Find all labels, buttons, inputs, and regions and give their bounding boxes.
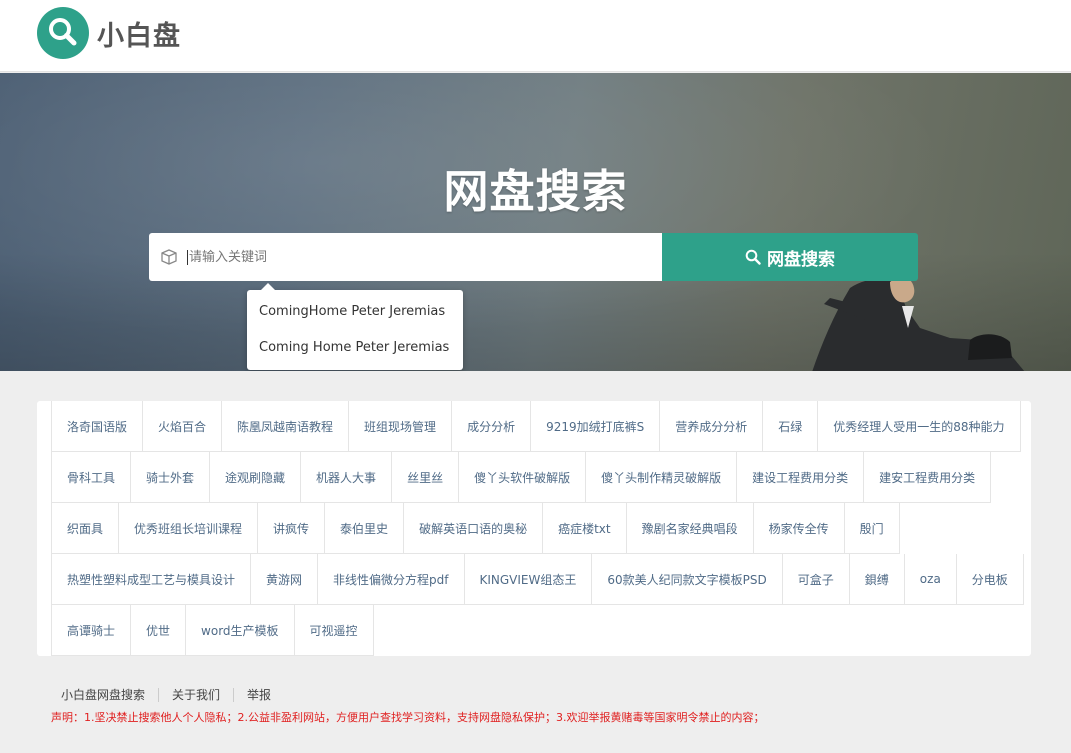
keyword-tag[interactable]: 60款美人纪同款文字模板PSD (592, 554, 783, 605)
keyword-tag[interactable]: 班组现场管理 (349, 401, 453, 452)
keyword-tag[interactable]: 癌症楼txt (543, 503, 627, 554)
keyword-tag[interactable]: 优秀班组长培训课程 (119, 503, 259, 554)
keyword-tag[interactable]: oza (904, 554, 957, 605)
keyword-tag[interactable]: 杨家传全传 (753, 503, 845, 554)
keyword-tag[interactable]: 傻丫头软件破解版 (459, 452, 587, 503)
cube-icon (159, 248, 179, 270)
keyword-tag[interactable]: 可盒子 (782, 554, 850, 605)
suggestion-item[interactable]: Coming Home Peter Jeremias (259, 340, 449, 355)
keyword-tag[interactable]: 讲疯传 (258, 503, 326, 554)
hot-keywords-panel: 洛奇国语版 火焰百合 陈凰凤越南语教程 班组现场管理 成分分析 9219加绒打底… (37, 401, 1031, 656)
keyword-tag[interactable]: 鋇缚 (849, 554, 905, 605)
tag-row: 热塑性塑料成型工艺与模具设计 黄游网 非线性偏微分方程pdf KINGVIEW组… (51, 554, 1024, 605)
keyword-tag[interactable]: word生产模板 (186, 605, 295, 656)
hero-title: 网盘搜索 (443, 165, 628, 218)
keyword-tag[interactable]: 机器人大事 (301, 452, 393, 503)
tag-row: 织面具 优秀班组长培训课程 讲疯传 泰伯里史 破解英语口语的奥秘 癌症楼txt … (51, 503, 900, 554)
keyword-tag[interactable]: 优秀经理人受用一生的88种能力 (818, 401, 1021, 452)
autocomplete-dropdown: ComingHome Peter Jeremias Coming Home Pe… (247, 283, 463, 370)
logo-search-icon (37, 7, 89, 59)
footer-link-about[interactable]: 关于我们 (158, 688, 233, 702)
keyword-tag[interactable]: 骑士外套 (131, 452, 211, 503)
keyword-tag[interactable]: 热塑性塑料成型工艺与模具设计 (51, 554, 252, 605)
hero-banner: 网盘搜索 网盘搜索 ComingHome Peter Jeremias Comi… (0, 73, 1071, 371)
keyword-tag[interactable]: 途观刷隐藏 (210, 452, 302, 503)
suggestion-item[interactable]: ComingHome Peter Jeremias (259, 304, 445, 319)
site-logo[interactable]: 小白盘 (37, 7, 181, 59)
keyword-tag[interactable]: 成分分析 (452, 401, 532, 452)
keyword-tag[interactable]: 傻丫头制作精灵破解版 (586, 452, 738, 503)
footer-links: 小白盘网盘搜索 关于我们 举报 (61, 688, 284, 702)
keyword-tag[interactable]: 丝里丝 (392, 452, 460, 503)
businessman-image (812, 277, 1025, 371)
keyword-tag[interactable]: 建设工程费用分类 (737, 452, 865, 503)
search-icon (745, 249, 761, 265)
footer-link-report[interactable]: 举报 (233, 688, 284, 702)
keyword-tag[interactable]: 分电板 (956, 554, 1024, 605)
keyword-tag[interactable]: 骨科工具 (51, 452, 132, 503)
search-button[interactable]: 网盘搜索 (662, 233, 918, 281)
keyword-tag[interactable]: 营养成分分析 (660, 401, 764, 452)
keyword-tag[interactable]: KINGVIEW组态王 (464, 554, 593, 605)
keyword-tag[interactable]: 洛奇国语版 (51, 401, 144, 452)
keyword-tag[interactable]: 火焰百合 (143, 401, 223, 452)
tag-row: 洛奇国语版 火焰百合 陈凰凤越南语教程 班组现场管理 成分分析 9219加绒打底… (51, 401, 1021, 452)
keyword-tag[interactable]: 优世 (131, 605, 187, 656)
site-header: 小白盘 (0, 0, 1071, 72)
keyword-tag[interactable]: 石绿 (763, 401, 819, 452)
keyword-tag[interactable]: 可视遥控 (294, 605, 374, 656)
keyword-tag[interactable]: 陈凰凤越南语教程 (222, 401, 350, 452)
search-input[interactable] (187, 233, 657, 281)
site-name: 小白盘 (97, 20, 181, 52)
search-button-label: 网盘搜索 (767, 249, 835, 270)
keyword-tag[interactable]: 9219加绒打底裤S (531, 401, 661, 452)
keyword-tag[interactable]: 织面具 (51, 503, 120, 554)
keyword-tag[interactable]: 破解英语口语的奥秘 (404, 503, 544, 554)
keyword-tag[interactable]: 建安工程费用分类 (864, 452, 992, 503)
disclaimer-notice: 声明：1.坚决禁止搜索他人个人隐私；2.公益非盈利网站，方便用户查找学习资料，支… (51, 711, 765, 724)
keyword-tag[interactable]: 殷门 (844, 503, 900, 554)
keyword-tag[interactable]: 非线性偏微分方程pdf (318, 554, 465, 605)
tag-row: 骨科工具 骑士外套 途观刷隐藏 机器人大事 丝里丝 傻丫头软件破解版 傻丫头制作… (51, 452, 992, 503)
keyword-tag[interactable]: 黄游网 (251, 554, 319, 605)
keyword-tag[interactable]: 高谭骑士 (51, 605, 132, 656)
footer-link-home[interactable]: 小白盘网盘搜索 (61, 688, 158, 702)
tag-row: 高谭骑士 优世 word生产模板 可视遥控 (51, 605, 374, 656)
keyword-tag[interactable]: 泰伯里史 (325, 503, 405, 554)
keyword-tag[interactable]: 豫剧名家经典唱段 (626, 503, 754, 554)
search-box (149, 233, 662, 281)
